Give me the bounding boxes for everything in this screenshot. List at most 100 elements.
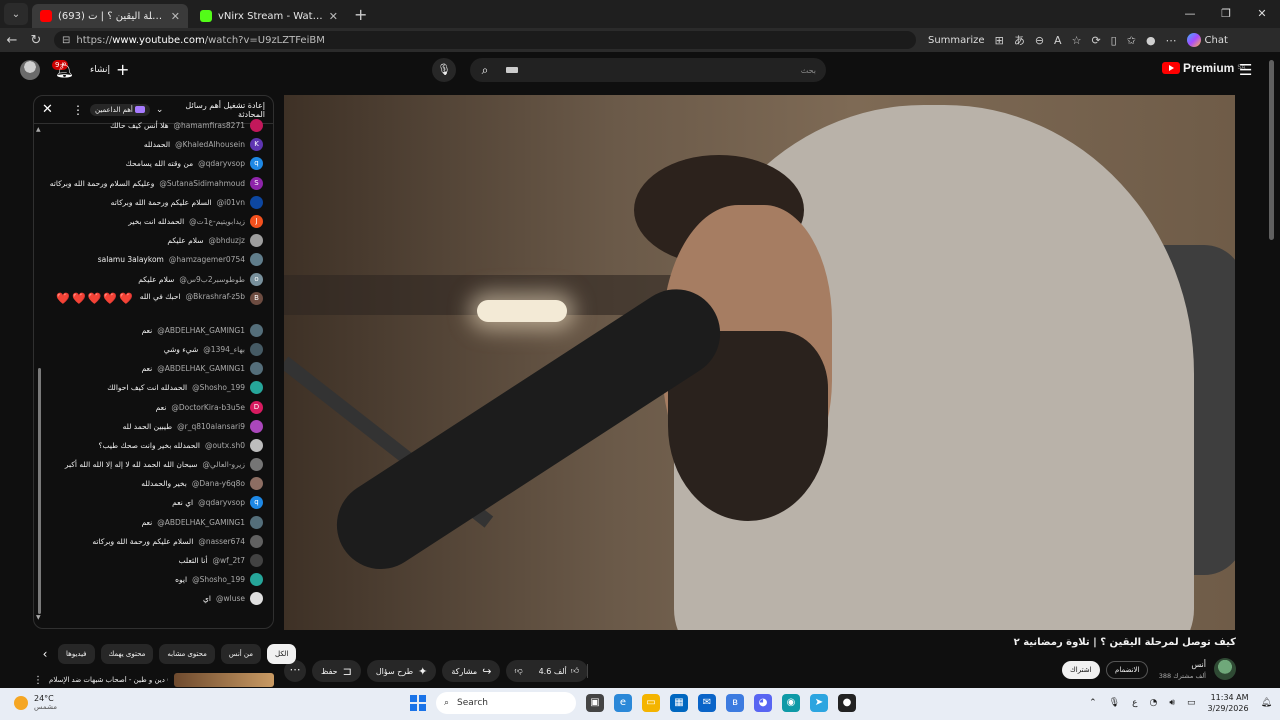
close-tab-icon[interactable]: ✕ (329, 10, 338, 23)
refresh-icon[interactable]: ↻ (24, 33, 48, 48)
favorite-star-icon[interactable]: ☆ (1072, 34, 1082, 47)
save-button[interactable]: حفظ ⊐ (312, 660, 361, 682)
more-menu-icon[interactable]: ⋯ (1166, 34, 1177, 47)
store-icon[interactable]: ▦ (670, 694, 688, 712)
windows-start-icon[interactable] (410, 695, 426, 711)
file-explorer-icon[interactable]: ▭ (642, 694, 660, 712)
chevron-up-icon[interactable]: ⌃ (1089, 698, 1097, 708)
language-indicator[interactable]: ع (1132, 698, 1137, 708)
chat-message[interactable]: هلا أنس كيف حالك @hamamfiras8271 (41, 116, 263, 135)
chat-avatar[interactable] (250, 342, 263, 356)
chat-author[interactable]: @زيرو-العالي (203, 460, 245, 469)
chat-message[interactable]: نعم @ABDELHAK_GAMING1 (41, 359, 263, 378)
chat-avatar[interactable]: o (250, 272, 263, 286)
recommended-video[interactable]: ⋮ دين و طين - أصحاب شبهات ضد الإسلام ( (33, 672, 274, 688)
youtube-premium-logo[interactable]: Premium SA (1162, 61, 1245, 75)
subscribe-button[interactable]: اشتراك (1062, 661, 1100, 679)
new-tab-button[interactable]: + (354, 5, 367, 24)
task-view-icon[interactable]: ▣ (586, 694, 604, 712)
chat-author[interactable]: @wf_2t7 (212, 556, 245, 565)
chat-author[interactable]: @qdaryvsop (198, 159, 245, 168)
menu-hamburger-icon[interactable]: ☰ (1239, 61, 1252, 79)
top-fans-chip[interactable]: أهم الداعمين (90, 103, 150, 116)
voice-search-mic-icon[interactable]: 🎙︎ (432, 58, 456, 82)
site-info-icon[interactable]: ⊟ (62, 35, 70, 46)
chat-avatar[interactable] (250, 438, 263, 452)
chat-author[interactable]: @KhaledAlhousein (175, 140, 245, 149)
chat-message[interactable]: اي نعم @qdaryvsop q (41, 493, 263, 512)
chat-avatar[interactable] (250, 477, 263, 491)
copilot-chat-button[interactable]: Chat (1186, 33, 1228, 47)
restore-icon[interactable]: ❐ (1208, 0, 1244, 28)
chat-message[interactable]: salamu 3alaykom @hamzagemer0754 (41, 250, 263, 269)
more-options-icon[interactable]: ⋮ (33, 675, 43, 686)
video-player[interactable] (284, 95, 1235, 630)
chat-author[interactable]: @hamamfiras8271 (174, 121, 245, 130)
chat-avatar[interactable] (250, 592, 263, 606)
taskbar-search[interactable]: ⌕ Search (436, 692, 576, 714)
chip-from-channel[interactable]: من أنس (220, 644, 262, 664)
weather-widget[interactable]: 24°C مشمس (14, 694, 57, 711)
chat-avatar[interactable] (250, 323, 263, 337)
back-icon[interactable]: ← (0, 33, 24, 48)
reader-icon[interactable]: ⊞ (995, 34, 1004, 47)
url-field[interactable]: ⊟ https://www.youtube.com/watch?v=U9zLZT… (54, 31, 916, 49)
chat-message[interactable]: ايوه @Shosho_199 (41, 570, 263, 589)
edge-active-icon[interactable]: ◉ (782, 694, 800, 712)
profile-avatar-icon[interactable]: ● (1146, 34, 1156, 47)
telegram-icon[interactable]: ➤ (810, 694, 828, 712)
zoom-icon[interactable]: ⊖ (1035, 34, 1044, 47)
dislike-button[interactable]: 👎︎ (506, 666, 530, 676)
chat-avatar[interactable] (250, 195, 263, 209)
chat-author[interactable]: @DoctorKira-b3u5e (171, 403, 245, 412)
create-button[interactable]: إنشاء + (90, 60, 129, 79)
ask-button[interactable]: طرح سؤال ✦ (366, 660, 437, 682)
chat-author[interactable]: @nasser674 (198, 537, 245, 546)
bluetooth-app-icon[interactable]: ʙ (726, 694, 744, 712)
read-aloud-icon[interactable]: A (1054, 34, 1062, 47)
account-avatar[interactable] (20, 60, 40, 80)
clock[interactable]: 11:34 AM 3/29/2026 (1208, 692, 1249, 714)
search-icon[interactable]: ⌕ (470, 63, 500, 78)
chip-related[interactable]: محتوى مشابه (159, 644, 215, 664)
volume-icon[interactable]: 🔊︎ (1169, 698, 1175, 708)
close-window-icon[interactable]: ✕ (1244, 0, 1280, 28)
chat-avatar[interactable] (250, 253, 263, 267)
chat-message[interactable]: سبحان الله الحمد لله لا إله إلا الله الل… (41, 455, 263, 474)
chat-message[interactable]: الحمدلله @KhaledAlhousein K (41, 135, 263, 154)
chat-author[interactable]: @wluse (216, 594, 245, 603)
chat-avatar[interactable]: q (250, 157, 263, 171)
extensions-icon[interactable]: ⟳ (1091, 34, 1100, 47)
scroll-up-icon[interactable]: ▲ (36, 126, 41, 133)
chat-message[interactable]: الحمدلله انت بخير @زيدابويتيم-ع1ت J (41, 212, 263, 231)
chat-avatar[interactable] (250, 381, 263, 395)
chat-avatar[interactable]: S (250, 176, 263, 190)
chat-message[interactable]: نعم @DoctorKira-b3u5e D (41, 397, 263, 416)
chat-message[interactable]: من وقته الله يسامحك @qdaryvsop q (41, 154, 263, 173)
chat-message[interactable]: سلام عليكم @طوطوسبر2ب9س o (41, 270, 263, 289)
discord-icon[interactable]: ◕ (754, 694, 772, 712)
chat-author[interactable]: @ABDELHAK_GAMING1 (157, 326, 245, 335)
chat-author[interactable]: @outx.sh0 (205, 441, 245, 450)
chat-avatar[interactable]: D (250, 400, 263, 414)
outlook-icon[interactable]: ✉ (698, 694, 716, 712)
chat-message[interactable]: السلام عليكم ورحمة الله وبركاته @i01vn (41, 193, 263, 212)
channel-avatar[interactable] (1214, 658, 1236, 680)
chip-videos[interactable]: فيديوها (58, 644, 95, 664)
chat-message[interactable]: شيء وشي @بهاء_1394 (41, 340, 263, 359)
chat-author[interactable]: @r_q810alansari9 (177, 422, 245, 431)
chat-author[interactable]: @i01vn (217, 198, 245, 207)
tab-youtube[interactable]: (693) كيف توصل لمرحلة اليقين ؟ | ت ✕ (32, 4, 188, 28)
chat-avatar[interactable] (250, 573, 263, 587)
like-button[interactable]: 4.6 ألف 👍︎ (531, 664, 589, 678)
chat-more-icon[interactable]: ⋮ (72, 103, 84, 117)
chat-avatar[interactable] (250, 458, 263, 472)
tab-kick[interactable]: vNirx Stream - Watch Live on Kick ✕ (192, 4, 346, 28)
keyboard-icon[interactable] (506, 67, 518, 73)
chat-avatar[interactable]: J (250, 215, 263, 229)
chat-avatar[interactable] (250, 119, 263, 133)
chat-avatar[interactable]: q (250, 496, 263, 510)
chat-author[interactable]: @Bkrashraf-z5b (186, 292, 245, 301)
chat-author[interactable]: @hamzagemer0754 (169, 255, 245, 264)
recommended-thumbnail[interactable] (174, 673, 274, 687)
